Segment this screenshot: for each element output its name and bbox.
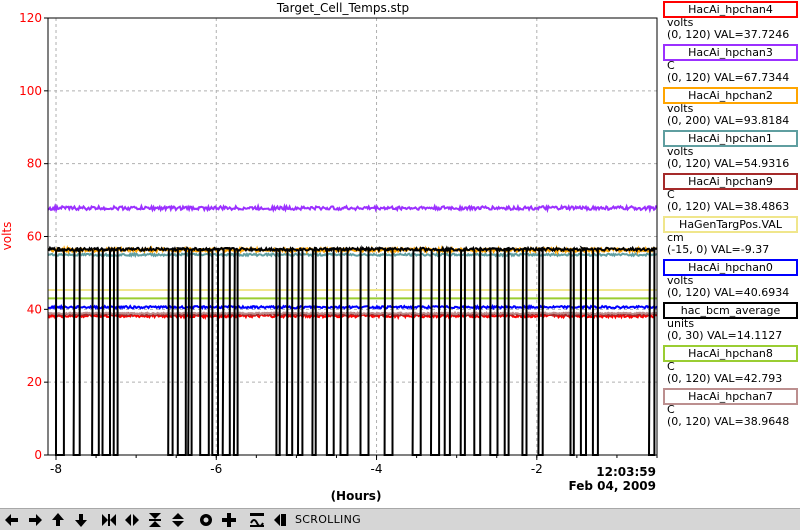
date-label: Feb 04, 2009 [569,479,656,493]
legend-item[interactable]: HacAi_hpchan8 C (0, 120) VAL=42.793 [661,344,800,387]
zoom-in-y-button[interactable] [145,511,165,529]
time-label: 12:03:59 [596,465,656,479]
snapshot-button[interactable] [196,511,216,529]
autoscale-icon [250,512,264,527]
compress-horizontal-icon [125,513,139,526]
arrow-down-icon [75,513,87,527]
arrow-right-icon [29,513,42,526]
chart-title: Target_Cell_Temps.stp [276,1,409,15]
compress-vertical-icon [172,512,184,527]
crosshair-icon [222,512,236,527]
expand-horizontal-icon [102,513,116,526]
y-tick-label: 80 [27,157,42,171]
scroll-left-button[interactable] [2,511,22,529]
zoom-out-x-button[interactable] [122,511,142,529]
y-tick-label: 100 [19,84,42,98]
legend-range-value: (0, 120) VAL=40.6934 [667,286,790,299]
y-axis-label: volts [0,222,14,251]
series-line-HacAi_hpchan0 [47,303,658,311]
legend-pv-name[interactable]: HacAi_hpchan7 [663,388,798,405]
legend-range-value: (0, 120) VAL=54.9316 [667,157,790,170]
legend-pv-name[interactable]: HacAi_hpchan9 [663,173,798,190]
legend-item[interactable]: HacAi_hpchan7 C (0, 120) VAL=38.9648 [661,387,800,430]
legend-pv-name[interactable]: HacAi_hpchan3 [663,44,798,61]
legend-range-value: (0, 120) VAL=38.4863 [667,200,790,213]
arrow-up-icon [52,512,64,526]
scroll-right-button[interactable] [25,511,45,529]
x-tick-label: -8 [50,462,62,476]
zoom-in-x-button[interactable] [99,511,119,529]
legend-range-value: (0, 120) VAL=42.793 [667,372,783,385]
scroll-down-button[interactable] [71,511,91,529]
x-tick-label: -4 [371,462,383,476]
plot-series [47,203,658,456]
expand-vertical-icon [149,512,161,527]
legend-range-value: (0, 30) VAL=14.1127 [667,329,783,342]
y-tick-label: 60 [27,230,42,244]
series-line-HacAi_hpchan3 [47,203,658,214]
crosshair-button[interactable] [219,511,239,529]
legend-pv-name[interactable]: HacAi_hpchan8 [663,345,798,362]
plot-grid [48,18,657,455]
legend-item[interactable]: HacAi_hpchan9 C (0, 120) VAL=38.4863 [661,172,800,215]
legend-panel: HacAi_hpchan4 volts (0, 120) VAL=37.7246… [661,0,800,430]
series-line-hac_bcm_average [47,244,658,456]
zoom-out-y-button[interactable] [168,511,188,529]
toolbar: SCROLLING [0,508,800,530]
x-tick-label: -6 [210,462,222,476]
y-axis-ticks: 0 20 40 60 80 100 120 [19,11,48,462]
legend-item[interactable]: hac_bcm_average units (0, 30) VAL=14.112… [661,301,800,344]
legend-item[interactable]: HaGenTargPos.VAL cm (-15, 0) VAL=-9.37 [661,215,800,258]
legend-range-value: (0, 120) VAL=67.7344 [667,71,790,84]
snapshot-icon [200,513,212,526]
x-axis-label: (Hours) [331,489,382,503]
legend-range-value: (0, 120) VAL=38.9648 [667,415,790,428]
legend-item[interactable]: HacAi_hpchan0 volts (0, 120) VAL=40.6934 [661,258,800,301]
status-label: SCROLLING [295,513,361,526]
scroll-mode-button[interactable] [270,511,290,529]
legend-item[interactable]: HacAi_hpchan3 C (0, 120) VAL=67.7344 [661,43,800,86]
x-tick-label: -2 [531,462,543,476]
legend-range-value: (0, 200) VAL=93.8184 [667,114,790,127]
y-tick-label: 0 [34,448,42,462]
legend-item[interactable]: HacAi_hpchan1 volts (0, 120) VAL=54.9316 [661,129,800,172]
y-tick-label: 120 [19,11,42,25]
scroll-mode-icon [274,513,286,526]
y-tick-label: 40 [27,302,42,316]
legend-range-value: (-15, 0) VAL=-9.37 [667,243,770,256]
x-axis-ticks: -8 -6 -4 -2 [50,455,658,476]
autoscale-button[interactable] [247,511,267,529]
legend-item[interactable]: HacAi_hpchan2 volts (0, 200) VAL=93.8184 [661,86,800,129]
legend-item[interactable]: HacAi_hpchan4 volts (0, 120) VAL=37.7246 [661,0,800,43]
scroll-up-button[interactable] [48,511,68,529]
arrow-left-icon [5,513,18,526]
legend-range-value: (0, 120) VAL=37.7246 [667,28,790,41]
series-line-HacAi_hpchan1 [47,251,658,259]
y-tick-label: 20 [27,375,42,389]
